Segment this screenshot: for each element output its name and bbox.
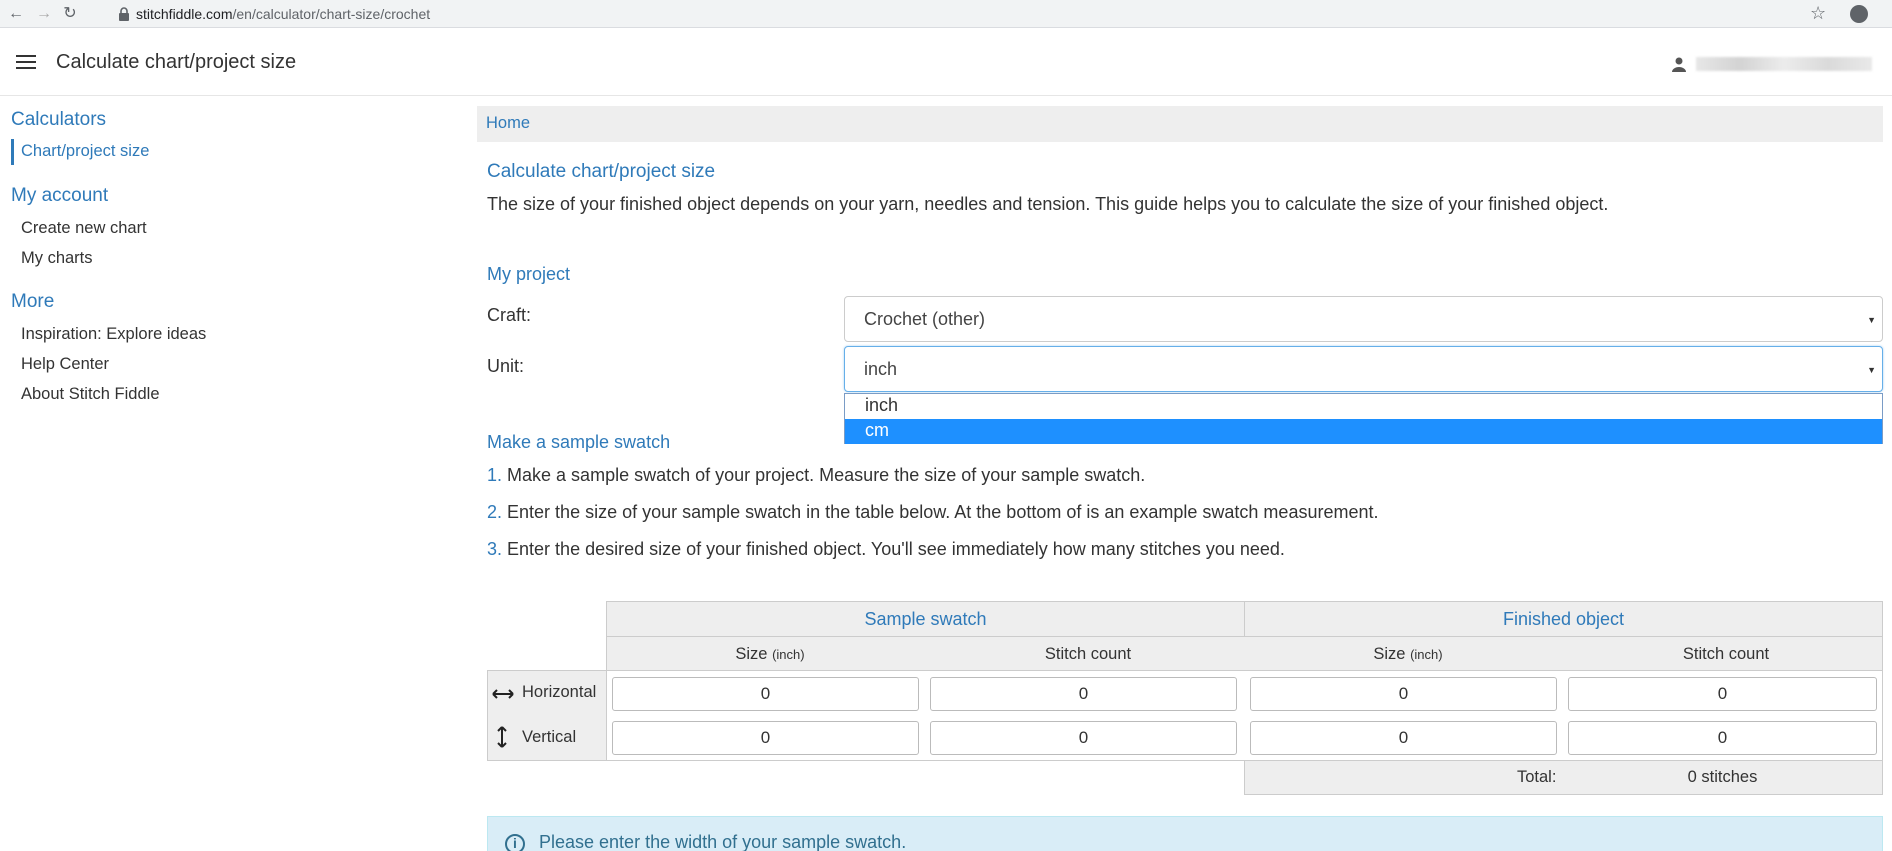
- step-3: 3. Enter the desired size of your finish…: [487, 539, 1285, 559]
- address-bar[interactable]: stitchfiddle.com/en/calculator/chart-siz…: [100, 3, 1800, 25]
- finished-horizontal-size-input[interactable]: 0: [1250, 677, 1557, 711]
- chevron-down-icon: ▼: [1867, 365, 1876, 375]
- lock-icon: [119, 7, 129, 21]
- info-alert: Please enter the width of your sample sw…: [487, 816, 1883, 851]
- forward-icon[interactable]: →: [34, 4, 54, 24]
- unit-select[interactable]: inch ▼: [844, 346, 1883, 392]
- menu-icon[interactable]: [16, 55, 36, 69]
- sample-vertical-size-input[interactable]: 0: [612, 721, 919, 755]
- col-count-finished: Stitch count: [1682, 645, 1770, 663]
- vertical-arrows-icon: [497, 726, 507, 748]
- total-label: Total:: [1517, 768, 1557, 786]
- swatch-heading: Make a sample swatch: [487, 432, 671, 452]
- sidebar-item-my-charts[interactable]: My charts: [21, 249, 93, 268]
- sidebar-item-about[interactable]: About Stitch Fiddle: [21, 385, 160, 404]
- unit-dropdown-list: inch cm: [844, 393, 1883, 444]
- breadcrumb: Home: [477, 106, 1883, 142]
- finished-horizontal-count-input[interactable]: 0: [1568, 677, 1877, 711]
- project-heading: My project: [487, 264, 571, 284]
- browser-profile-icon[interactable]: [1850, 5, 1868, 23]
- finished-object-header: Finished object: [1244, 601, 1883, 637]
- sidebar-item-create-new-chart[interactable]: Create new chart: [21, 219, 147, 238]
- breadcrumb-home-link[interactable]: Home: [486, 114, 530, 133]
- col-size-finished: Size (inch): [1373, 645, 1443, 663]
- browser-toolbar: ← → ↻ stitchfiddle.com/en/calculator/cha…: [0, 0, 1892, 28]
- unit-option-cm[interactable]: cm: [845, 419, 1882, 444]
- craft-select[interactable]: Crochet (other) ▼: [844, 296, 1883, 342]
- sidebar-heading-calculators: Calculators: [11, 109, 107, 130]
- user-name-blurred[interactable]: [1696, 57, 1872, 71]
- chevron-down-icon: ▼: [1867, 315, 1876, 325]
- url-text: stitchfiddle.com/en/calculator/chart-siz…: [136, 6, 431, 22]
- horizontal-arrows-icon: [492, 689, 514, 699]
- intro-text: The size of your finished object depends…: [487, 194, 1609, 214]
- step-2: 2. Enter the size of your sample swatch …: [487, 502, 1379, 522]
- sidebar-heading-my-account: My account: [11, 185, 109, 206]
- finished-vertical-count-input[interactable]: 0: [1568, 721, 1877, 755]
- back-icon[interactable]: ←: [6, 4, 26, 24]
- col-count-sample: Stitch count: [1044, 645, 1132, 663]
- page-title: Calculate chart/project size: [56, 51, 297, 73]
- craft-select-value: Crochet (other): [864, 309, 986, 329]
- sample-vertical-count-input[interactable]: 0: [930, 721, 1237, 755]
- finished-object-title: Finished object: [1502, 609, 1625, 629]
- unit-option-inch[interactable]: inch: [845, 394, 1882, 419]
- reload-icon[interactable]: ↻: [60, 4, 80, 24]
- user-icon[interactable]: [1670, 55, 1688, 73]
- sidebar-item-chart-project-size[interactable]: Chart/project size: [21, 142, 149, 161]
- finished-vertical-size-input[interactable]: 0: [1250, 721, 1557, 755]
- total-value: 0 stitches: [1687, 768, 1758, 786]
- row-label-horizontal: Horizontal: [522, 683, 597, 701]
- info-icon: [505, 834, 525, 851]
- bookmark-star-icon[interactable]: ☆: [1810, 3, 1826, 24]
- sidebar-item-inspiration[interactable]: Inspiration: Explore ideas: [21, 325, 206, 344]
- sample-horizontal-count-input[interactable]: 0: [930, 677, 1237, 711]
- sample-swatch-header: Sample swatch: [606, 601, 1245, 637]
- sidebar-item-help-center[interactable]: Help Center: [21, 355, 109, 374]
- unit-label: Unit:: [487, 356, 525, 376]
- sidebar-active-marker: [11, 139, 14, 165]
- sample-horizontal-size-input[interactable]: 0: [612, 677, 919, 711]
- col-size-sample: Size (inch): [735, 645, 805, 663]
- sidebar-heading-more: More: [11, 291, 55, 312]
- alert-message: Please enter the width of your sample sw…: [539, 832, 907, 851]
- craft-label: Craft:: [487, 305, 532, 325]
- unit-select-value: inch: [864, 359, 898, 379]
- app-header: Calculate chart/project size: [0, 33, 1892, 96]
- section-title: Calculate chart/project size: [487, 161, 716, 182]
- sample-swatch-title: Sample swatch: [864, 609, 987, 629]
- step-1: 1. Make a sample swatch of your project.…: [487, 465, 1146, 485]
- row-label-vertical: Vertical: [522, 728, 577, 746]
